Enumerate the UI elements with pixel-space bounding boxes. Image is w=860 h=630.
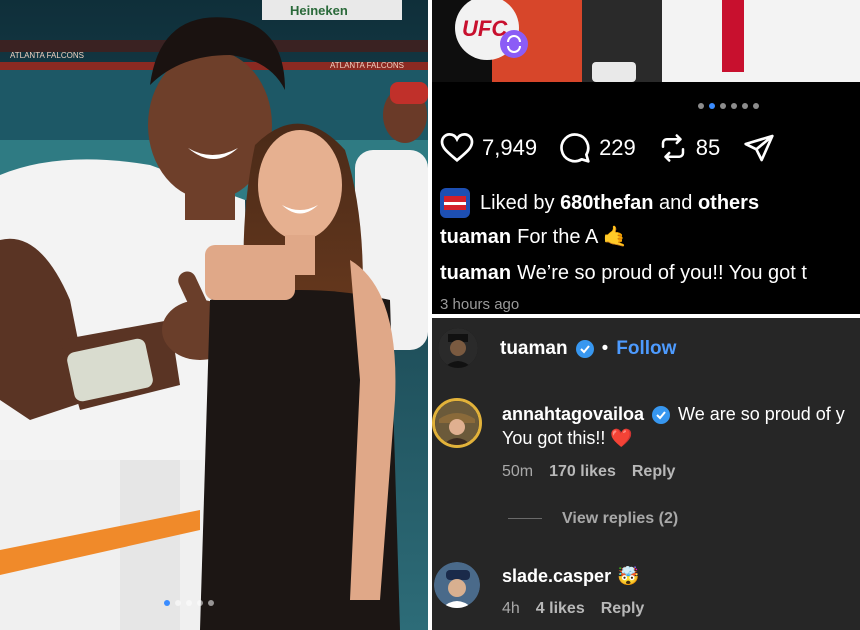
stadium-text-right: ATLANTA FALCONS bbox=[330, 61, 404, 70]
carousel-dot[interactable] bbox=[731, 103, 737, 109]
author-header: tuaman • Follow bbox=[500, 338, 676, 360]
like-button[interactable]: 7,949 bbox=[440, 133, 537, 163]
avatar-image bbox=[434, 562, 480, 608]
caption-line: tuaman For the A 🤙 bbox=[440, 224, 628, 249]
comment-line: slade.casper 🤯 bbox=[502, 566, 640, 587]
liked-by-user-link[interactable]: 680thefan bbox=[560, 192, 653, 215]
carousel-dot[interactable] bbox=[720, 103, 726, 109]
stadium-text-left: ATLANTA FALCONS bbox=[10, 51, 84, 60]
follow-separator: • bbox=[601, 338, 609, 359]
post-carousel-indicator bbox=[698, 103, 759, 109]
follow-button[interactable]: Follow bbox=[616, 338, 676, 360]
carousel-dot[interactable] bbox=[208, 600, 214, 606]
liked-by-line: Liked by 680thefan and others bbox=[440, 188, 759, 218]
action-bar: 7,949 229 85 bbox=[440, 130, 806, 166]
carousel-dot[interactable] bbox=[709, 103, 715, 109]
carousel-dot[interactable] bbox=[164, 600, 170, 606]
post-image-graphic: UFC bbox=[432, 0, 860, 82]
author-username[interactable]: tuaman bbox=[500, 338, 568, 360]
couple-photo-illustration: Heineken ATLANTA FALCONS ATLANTA FALCONS bbox=[0, 0, 428, 630]
repost-button[interactable]: 85 bbox=[658, 132, 720, 164]
comment-username[interactable]: slade.casper bbox=[502, 566, 611, 587]
carousel-dot[interactable] bbox=[197, 600, 203, 606]
carousel-dot[interactable] bbox=[742, 103, 748, 109]
comment-text-line2: You got this!! ❤️ bbox=[502, 428, 633, 448]
repost-count: 85 bbox=[695, 135, 721, 160]
comment-meta: 4h 4 likes Reply bbox=[502, 600, 644, 618]
banner-text: Heineken bbox=[290, 3, 348, 18]
liked-by-and: and bbox=[659, 191, 693, 214]
comment-button[interactable]: 229 bbox=[559, 132, 636, 164]
replies-divider bbox=[508, 518, 542, 519]
reply-button[interactable]: Reply bbox=[601, 600, 645, 618]
comment-time: 4h bbox=[502, 600, 520, 617]
ufc-badge-text: UFC bbox=[462, 16, 508, 41]
comment-count: 229 bbox=[599, 135, 636, 160]
liked-by-prefix: Liked by bbox=[480, 191, 555, 214]
carousel-dot[interactable] bbox=[753, 103, 759, 109]
reply-button[interactable]: Reply bbox=[632, 463, 676, 481]
post-photo[interactable]: Heineken ATLANTA FALCONS ATLANTA FALCONS bbox=[0, 0, 428, 630]
view-replies-button[interactable]: View replies (2) bbox=[562, 510, 678, 528]
share-button[interactable] bbox=[742, 132, 784, 164]
send-icon bbox=[744, 134, 774, 162]
repost-icon bbox=[661, 134, 685, 162]
caption-line: tuaman We’re so proud of you!! You got t bbox=[440, 262, 807, 285]
comment-likes[interactable]: 4 likes bbox=[536, 600, 585, 618]
author-avatar[interactable] bbox=[438, 328, 478, 368]
comment-username[interactable]: annahtagovailoa bbox=[502, 404, 644, 425]
comment-time: 50m bbox=[502, 463, 534, 480]
carousel-dot[interactable] bbox=[698, 103, 704, 109]
comment-line: annahtagovailoa We are so proud of y bbox=[502, 404, 845, 425]
caption-text: We’re so proud of you!! You got t bbox=[517, 262, 807, 284]
post-image-strip[interactable]: UFC bbox=[432, 0, 860, 82]
comment-emoji: 🤯 bbox=[617, 566, 640, 586]
post-timestamp: 3 hours ago bbox=[440, 296, 520, 313]
carousel-dot[interactable] bbox=[175, 600, 181, 606]
comment-text: We are so proud of y bbox=[678, 404, 845, 424]
comment-avatar[interactable] bbox=[434, 562, 480, 608]
caption-username[interactable]: tuaman bbox=[440, 262, 511, 284]
caption-text: For the A 🤙 bbox=[517, 226, 628, 248]
comment-icon bbox=[560, 133, 590, 163]
caption-username[interactable]: tuaman bbox=[440, 226, 511, 248]
comment-avatar[interactable] bbox=[432, 398, 482, 448]
comment-meta: 50m 170 likes Reply bbox=[502, 463, 675, 481]
avatar-image bbox=[435, 401, 479, 445]
station-logo-icon bbox=[444, 196, 466, 210]
verified-badge-icon bbox=[652, 405, 671, 424]
heart-icon bbox=[440, 133, 474, 163]
comment-likes[interactable]: 170 likes bbox=[549, 463, 616, 481]
photo-carousel-indicator bbox=[164, 600, 214, 606]
liked-by-avatar[interactable] bbox=[440, 188, 470, 218]
carousel-dot[interactable] bbox=[186, 600, 192, 606]
post-details: UFC 7,949 229 85 Liked by 680thefan and … bbox=[432, 0, 860, 314]
verified-badge-icon bbox=[575, 340, 594, 358]
liked-by-others-link[interactable]: others bbox=[698, 192, 759, 215]
like-count: 7,949 bbox=[482, 135, 538, 160]
comments-panel: tuaman • Follow annahtagovailoa We are s… bbox=[432, 318, 860, 630]
avatar-image bbox=[438, 328, 478, 368]
